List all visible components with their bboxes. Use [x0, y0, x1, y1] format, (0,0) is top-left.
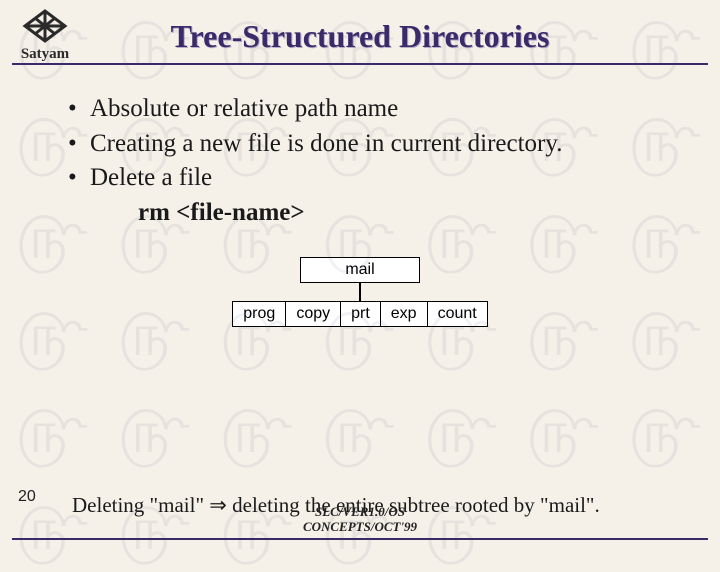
logo-text: Satyam — [10, 46, 80, 63]
slide-title: Tree-Structured Directories — [0, 0, 720, 55]
page-number: 20 — [18, 488, 36, 506]
bullet-list: Absolute or relative path name Creating … — [90, 93, 660, 229]
tree-root-node: mail — [300, 257, 420, 283]
tree-child-node: count — [428, 302, 487, 326]
command-text: rm <file-name> — [138, 199, 305, 226]
tree-child-node: copy — [286, 302, 341, 326]
bullet-item: Delete a file rm <file-name> — [90, 162, 660, 229]
brand-logo: Satyam — [10, 6, 80, 63]
bullet-text: Delete a file — [90, 164, 212, 191]
bullet-item: Absolute or relative path name — [90, 93, 660, 126]
bullet-item: Creating a new file is done in current d… — [90, 128, 660, 161]
logo-icon — [20, 6, 70, 48]
footer-meta: SLC/VER1.0/OS CONCEPTS/OCT'99 — [0, 505, 720, 534]
meta-line: CONCEPTS/OCT'99 — [0, 520, 720, 534]
title-divider — [12, 63, 708, 65]
meta-line: SLC/VER1.0/OS — [0, 505, 720, 519]
tree-children-row: prog copy prt exp count — [232, 301, 487, 327]
command-example: rm <file-name> — [138, 197, 660, 230]
tree-child-node: exp — [381, 302, 428, 326]
tree-connector — [359, 283, 361, 301]
tree-diagram: mail prog copy prt exp count — [0, 257, 720, 327]
tree-child-node: prog — [233, 302, 286, 326]
tree-child-node: prt — [341, 302, 381, 326]
